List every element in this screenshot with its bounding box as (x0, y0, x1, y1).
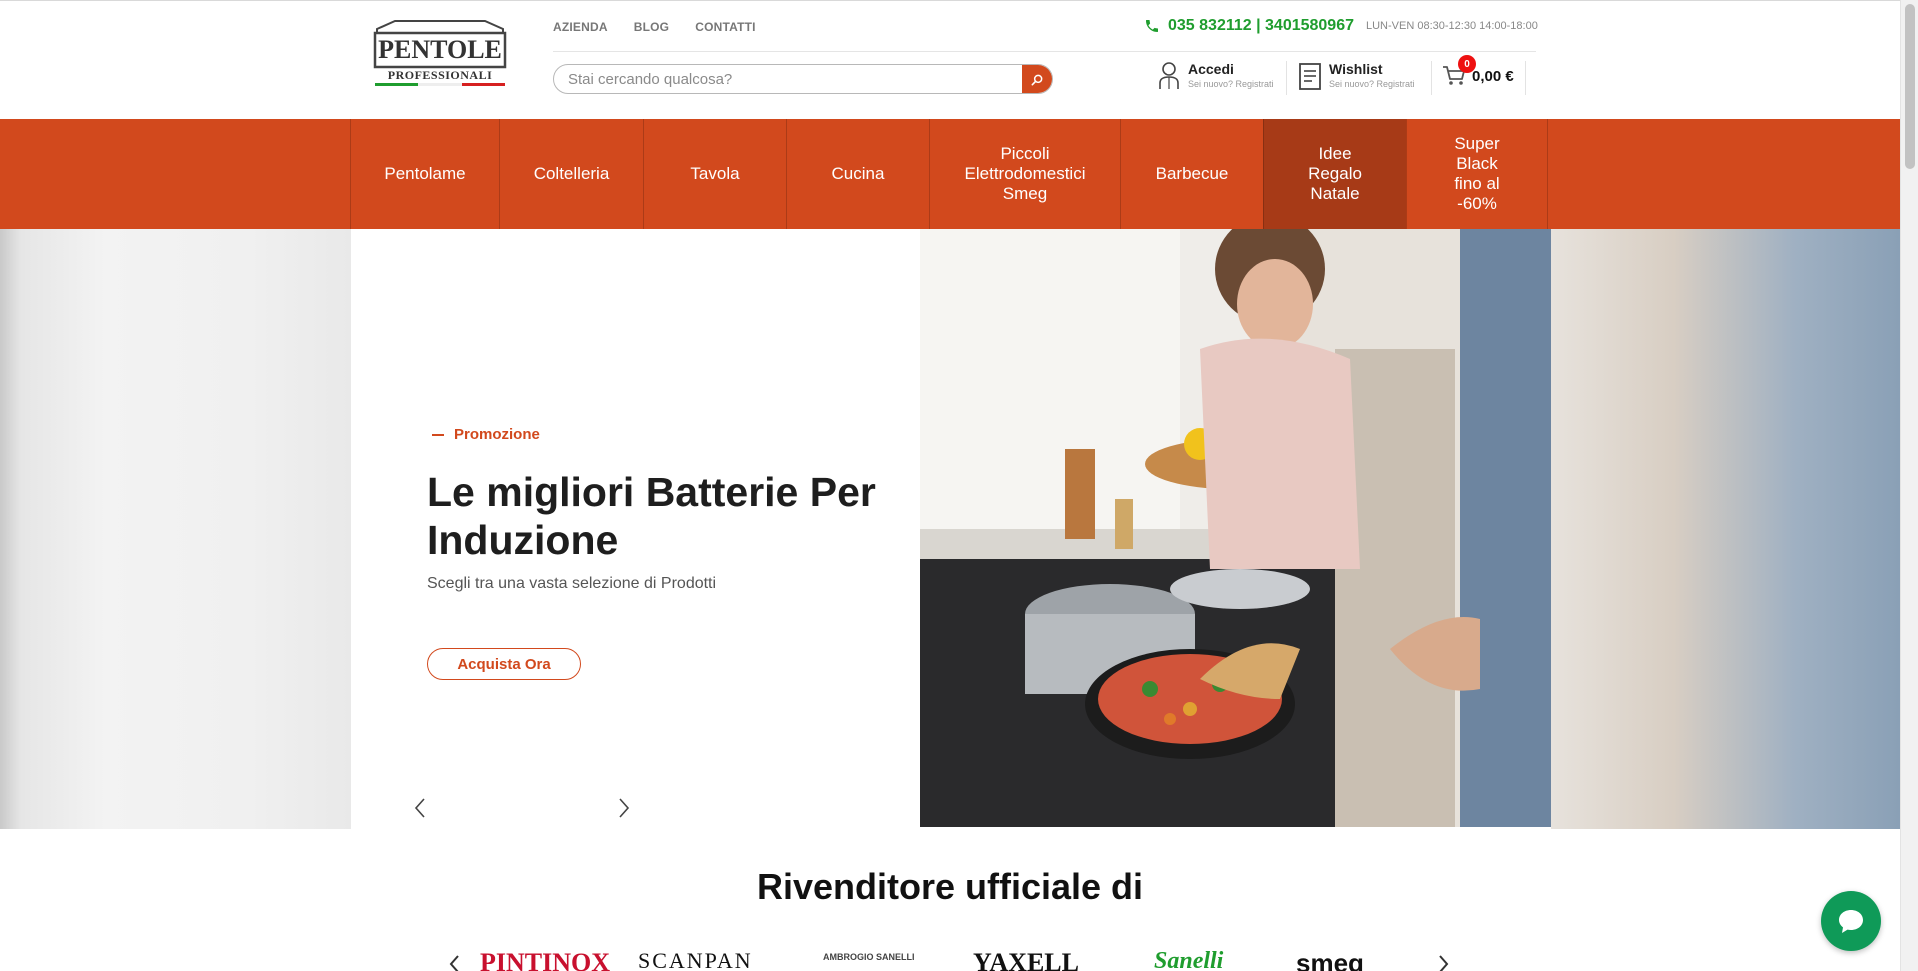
chat-button[interactable] (1821, 891, 1881, 951)
nav-item-coltelleria[interactable]: Coltelleria (499, 119, 643, 229)
cart-total: 0,00 € (1472, 67, 1514, 85)
shop-now-button[interactable]: Acquista Ora (427, 648, 581, 680)
prev-slide-icon[interactable] (410, 796, 430, 820)
search-icon (1031, 74, 1043, 86)
link-blog[interactable]: BLOG (634, 20, 669, 34)
logo-line2: PROFESSIONALI (388, 68, 493, 82)
chat-icon (1839, 910, 1863, 933)
header-separator (1286, 61, 1287, 95)
phone-icon (1146, 20, 1158, 32)
phone-number[interactable]: 035 832112 | 3401580967 (1168, 17, 1354, 35)
login-label: Accedi (1188, 61, 1234, 77)
cart-count-badge: 0 (1458, 55, 1476, 73)
hero-background-left (0, 229, 351, 829)
site-header: PENTOLE PROFESSIONALI AZIENDA BLOG CONTA… (0, 0, 1900, 119)
brand-logo-yaxell[interactable]: YAXELL (973, 948, 1079, 971)
nav-item-idee-regalo-natale[interactable]: Idee Regalo Natale (1263, 119, 1406, 229)
hero-subtitle: Scegli tra una vasta selezione di Prodot… (427, 575, 717, 592)
nav-item-tavola[interactable]: Tavola (643, 119, 786, 229)
wishlist-link[interactable]: Wishlist Sei nuovo? Registrati (1297, 61, 1415, 91)
brands-title: Rivenditore ufficiale di (756, 866, 1144, 907)
user-icon (1159, 62, 1179, 89)
opening-hours: LUN-VEN 08:30-12:30 14:00-18:00 (1366, 20, 1538, 32)
login-register-text[interactable]: Sei nuovo? Registrati (1188, 77, 1274, 91)
brand-logo-ambrogio-sanelli[interactable]: AMBROGIO SANELLI (823, 952, 915, 962)
search-input[interactable] (554, 65, 1022, 93)
top-links: AZIENDA BLOG CONTATTI (553, 20, 782, 34)
site-logo[interactable]: PENTOLE PROFESSIONALI (365, 17, 515, 89)
hero-slider (0, 229, 1900, 829)
brand-logo-scanpan[interactable]: SCANPAN (638, 948, 753, 971)
brand-carousel: PINTINOX SCANPAN AMBROGIO SANELLI YAXELL… (448, 942, 1458, 971)
login-link[interactable]: Accedi Sei nuovo? Registrati (1156, 61, 1274, 91)
phone-contact: 035 832112 | 3401580967 LUN-VEN 08:30-12… (1144, 17, 1538, 35)
hero-image (920, 229, 1551, 827)
promo-label: Promozione (454, 426, 540, 443)
brand-next-icon[interactable] (1438, 954, 1450, 971)
main-nav: Pentolame Coltelleria Tavola Cucina Picc… (0, 119, 1900, 229)
brand-logo-smeg[interactable]: smeg (1296, 948, 1364, 971)
next-slide-icon[interactable] (614, 796, 634, 820)
nav-item-cucina[interactable]: Cucina (786, 119, 929, 229)
brand-logo-sanelli[interactable]: Sanelli (1154, 948, 1223, 971)
wishlist-register-text[interactable]: Sei nuovo? Registrati (1329, 77, 1415, 91)
wishlist-icon (1299, 63, 1321, 90)
promo-tag: Promozione (432, 426, 540, 443)
header-separator (1431, 61, 1432, 95)
brand-logo-pintinox[interactable]: PINTINOX (480, 948, 610, 971)
nav-item-barbecue[interactable]: Barbecue (1120, 119, 1263, 229)
wishlist-label: Wishlist (1329, 61, 1383, 77)
nav-item-pentolame[interactable]: Pentolame (350, 119, 499, 229)
hero-background-right (1551, 229, 1900, 829)
header-separator (1525, 61, 1526, 95)
header-divider (553, 51, 1536, 52)
search-button[interactable] (1022, 65, 1052, 93)
brand-prev-icon[interactable] (448, 954, 460, 971)
nav-item-super-black[interactable]: Super Black fino al -60% (1406, 119, 1548, 229)
search-bar (553, 64, 1053, 94)
page-scrollbar[interactable] (1900, 0, 1918, 971)
cart-button[interactable]: 0 0,00 € (1442, 55, 1514, 87)
link-contatti[interactable]: CONTATTI (695, 20, 755, 34)
logo-line1: PENTOLE (378, 35, 502, 64)
hero-title: Le migliori Batterie Per Induzione (427, 469, 876, 563)
scrollbar-thumb[interactable] (1905, 4, 1915, 169)
promo-dash (432, 433, 444, 436)
link-azienda[interactable]: AZIENDA (553, 20, 608, 34)
nav-item-piccoli-elettrodomestici-smeg[interactable]: Piccoli Elettrodomestici Smeg (929, 119, 1120, 229)
